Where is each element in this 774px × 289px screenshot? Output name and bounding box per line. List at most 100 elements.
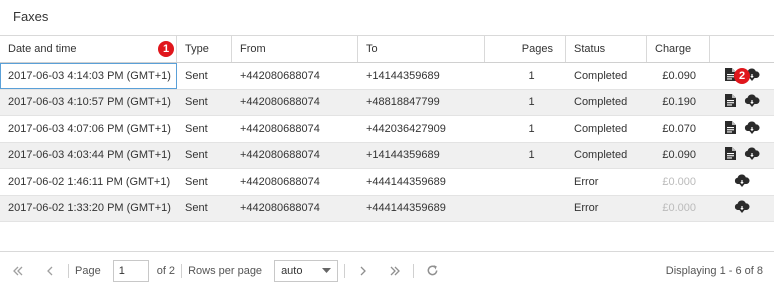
cell-pages (485, 196, 566, 222)
pagination-bar: Page of 2 Rows per page auto Displaying … (0, 251, 774, 289)
annotation-badge-1: 1 (158, 41, 174, 57)
cell-date[interactable]: 2017-06-03 4:10:57 PM (GMT+1) (0, 90, 177, 116)
col-header-date-label: Date and time (8, 43, 77, 55)
cell-charge: £0.090 (662, 69, 696, 82)
col-header-to[interactable]: To (358, 36, 485, 62)
document-icon[interactable] (724, 120, 736, 137)
cell-actions (710, 116, 774, 142)
displaying-info: Displaying 1 - 6 of 8 (665, 264, 763, 277)
cell-charge: £0.090 (662, 149, 696, 162)
next-page-icon[interactable] (351, 265, 375, 277)
chevron-down-icon (322, 267, 332, 273)
cell-to: +444144359689 (366, 202, 446, 215)
cell-pages: 1 (528, 96, 535, 109)
cell-type: Sent (185, 175, 208, 188)
cell-date[interactable]: 2017-06-03 4:14:03 PM (GMT+1) (0, 63, 177, 89)
col-header-status[interactable]: Status (566, 36, 647, 62)
page-number-input[interactable] (112, 259, 149, 282)
cell-date[interactable]: 2017-06-03 4:07:06 PM (GMT+1) (0, 116, 177, 142)
cell-charge: £0.070 (662, 122, 696, 135)
annotation-badge-2: 2 (734, 68, 750, 84)
cell-charge: £0.000 (662, 202, 696, 215)
cell-from: +442080688074 (240, 69, 320, 82)
cell-from: +442080688074 (240, 175, 320, 188)
col-header-charge[interactable]: Charge (647, 36, 710, 62)
cloud-download-icon[interactable] (744, 147, 760, 163)
cell-type: Sent (185, 149, 208, 162)
cell-from: +442080688074 (240, 202, 320, 215)
pager-divider (413, 263, 415, 278)
cell-charge: £0.000 (662, 175, 696, 188)
cell-from: +442080688074 (240, 96, 320, 109)
col-header-pages[interactable]: Pages (485, 36, 566, 62)
cell-type: Sent (185, 202, 208, 215)
table-row[interactable]: 2017-06-03 4:10:57 PM (GMT+1) Sent +442080… (0, 89, 774, 116)
cell-date[interactable]: 2017-06-02 1:46:11 PM (GMT+1) (0, 169, 177, 195)
table-header: Date and time Type From To Pages Status … (0, 36, 774, 63)
cell-to: +14144359689 (366, 149, 440, 162)
rows-per-page-value: auto (281, 264, 303, 277)
rows-per-page-label: Rows per page (188, 264, 263, 277)
cell-from: +442080688074 (240, 149, 320, 162)
cell-type: Sent (185, 69, 208, 82)
cloud-download-icon[interactable] (744, 94, 760, 110)
pager-divider (68, 263, 69, 278)
col-header-date[interactable]: Date and time (0, 36, 177, 62)
col-header-to-label: To (366, 43, 378, 55)
cell-charge: £0.190 (662, 96, 696, 109)
last-page-icon[interactable] (383, 265, 407, 277)
table-row[interactable]: 2017-06-03 4:07:06 PM (GMT+1) Sent +442080… (0, 116, 774, 143)
cell-status: Error (574, 202, 599, 215)
col-header-from-label: From (240, 43, 266, 55)
cloud-download-icon[interactable] (734, 200, 750, 216)
faxes-table: Date and time Type From To Pages Status … (0, 35, 774, 222)
cell-status: Error (574, 175, 599, 188)
col-header-pages-label: Pages (521, 43, 553, 55)
document-icon[interactable] (724, 94, 736, 110)
cell-pages: 1 (528, 122, 535, 135)
page-count: of 2 (156, 264, 176, 277)
table-row[interactable]: 2017-06-03 4:03:44 PM (GMT+1) Sent +442080… (0, 142, 774, 169)
cell-status: Completed (574, 96, 628, 109)
page-label: Page (75, 264, 101, 277)
col-header-actions (710, 36, 774, 62)
cell-actions (710, 143, 774, 169)
col-header-type-label: Type (185, 43, 209, 55)
cell-type: Sent (185, 96, 208, 109)
col-header-status-label: Status (574, 43, 606, 55)
cloud-download-icon[interactable] (744, 121, 760, 137)
cell-pages: 1 (528, 149, 535, 162)
cloud-download-icon[interactable] (734, 174, 750, 190)
cell-actions (710, 90, 774, 116)
rows-per-page-select[interactable]: auto (274, 259, 339, 282)
cell-to: +14144359689 (366, 69, 440, 82)
col-header-type[interactable]: Type (177, 36, 232, 62)
cell-from: +442080688074 (240, 122, 320, 135)
refresh-icon[interactable] (420, 264, 444, 277)
table-row[interactable]: 2017-06-03 4:14:03 PM (GMT+1) Sent +442080… (0, 63, 774, 90)
pager-divider (344, 263, 346, 278)
cell-status: Completed (574, 122, 628, 135)
cell-date[interactable]: 2017-06-02 1:33:20 PM (GMT+1) (0, 196, 177, 222)
table-body: 2017-06-03 4:14:03 PM (GMT+1) Sent +442080… (0, 63, 774, 222)
first-page-icon[interactable] (6, 265, 30, 277)
panel-title: Faxes (13, 9, 49, 24)
col-header-charge-label: Charge (655, 43, 692, 55)
cell-pages (485, 169, 566, 195)
cell-to: +48818847799 (366, 96, 440, 109)
cell-type: Sent (185, 122, 208, 135)
cell-to: +442036427909 (366, 122, 446, 135)
cell-to: +444144359689 (366, 175, 446, 188)
cell-date[interactable]: 2017-06-03 4:03:44 PM (GMT+1) (0, 143, 177, 169)
table-row[interactable]: 2017-06-02 1:33:20 PM (GMT+1) Sent +442080… (0, 195, 774, 222)
cell-status: Completed (574, 69, 628, 82)
pager-divider (181, 263, 183, 278)
cell-actions (710, 169, 774, 195)
prev-page-icon[interactable] (38, 265, 62, 277)
table-row[interactable]: 2017-06-02 1:46:11 PM (GMT+1) Sent +442080… (0, 169, 774, 196)
cell-status: Completed (574, 149, 628, 162)
cell-actions (710, 196, 774, 222)
cell-pages: 1 (528, 69, 535, 82)
col-header-from[interactable]: From (232, 36, 358, 62)
document-icon[interactable] (724, 147, 736, 163)
